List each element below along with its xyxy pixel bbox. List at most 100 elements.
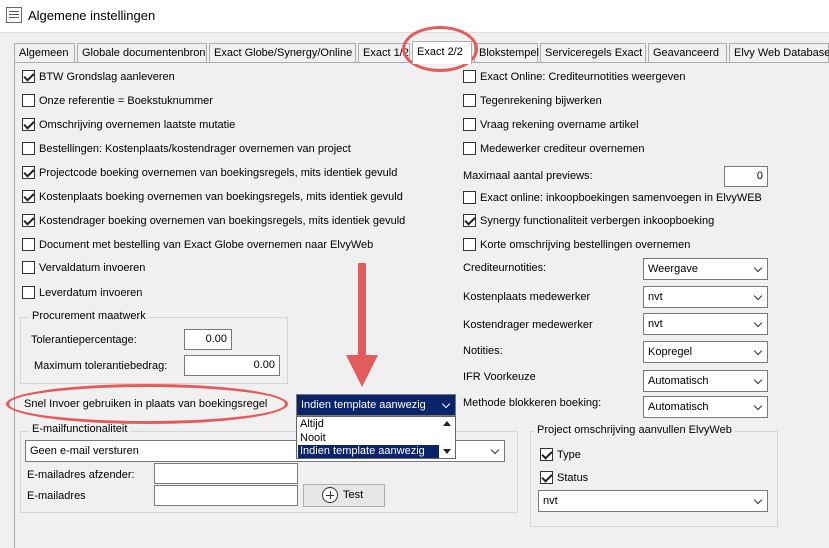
checkbox-kostendrager[interactable]: [22, 214, 35, 227]
label-document-bestelling: Document met bestelling van Exact Globe …: [39, 239, 374, 251]
label-project-status: Status: [557, 472, 589, 484]
methode-blokkeren-label: Methode blokkeren boeking:: [463, 397, 602, 409]
kostenplaats-medewerker-select[interactable]: nvt: [643, 286, 768, 308]
snel-invoer-value: Indien template aanwezig: [301, 399, 426, 411]
label-projectcode: Projectcode boeking overnemen van boekin…: [39, 167, 398, 179]
label-btw-grondslag: BTW Grondslag aanleveren: [39, 71, 175, 83]
annotation-oval-snel-invoer: [6, 384, 288, 424]
tab-algemeen[interactable]: Algemeen: [14, 43, 75, 63]
chevron-down-icon[interactable]: [753, 346, 763, 356]
chevron-down-icon[interactable]: [490, 445, 500, 455]
methode-blokkeren-select[interactable]: Automatisch: [643, 396, 768, 418]
checkbox-document-bestelling[interactable]: [22, 238, 35, 251]
project-select[interactable]: nvt: [538, 490, 768, 512]
address-label: E-mailadres: [27, 490, 86, 502]
label-medewerker-crediteur: Medewerker crediteur overnemen: [480, 143, 645, 155]
tab-exact-2-2[interactable]: Exact 2/2: [412, 41, 472, 64]
notities-label: Notities:: [463, 345, 503, 357]
project-group-title: Project omschrijving aanvullen ElvyWeb: [534, 424, 735, 437]
crediteurnotities-label: Crediteurnotities:: [463, 262, 547, 274]
checkbox-korte-omschrijving[interactable]: [463, 238, 476, 251]
project-select-value: nvt: [543, 495, 558, 507]
tab-exact-globe-synergy-online[interactable]: Exact Globe/Synergy/Online: [209, 43, 356, 63]
kostendrager-medewerker-label: Kostendrager medewerker: [463, 319, 593, 331]
tab-geavanceerd[interactable]: Geavanceerd: [648, 43, 727, 63]
methode-blokkeren-value: Automatisch: [648, 401, 709, 413]
checkbox-btw-grondslag[interactable]: [22, 70, 35, 83]
max-previews-input[interactable]: 0: [724, 166, 768, 187]
label-kostenplaats: Kostenplaats boeking overnemen van boeki…: [39, 191, 403, 203]
chevron-down-icon[interactable]: [753, 318, 763, 328]
chevron-down-icon[interactable]: [753, 291, 763, 301]
tolerance-pct-input[interactable]: 0.00: [184, 329, 232, 350]
checkbox-project-type[interactable]: [540, 448, 553, 461]
max-amount-label: Maximum tolerantiebedrag:: [34, 360, 168, 372]
sender-input[interactable]: [154, 463, 298, 484]
notities-value: Kopregel: [648, 346, 693, 358]
label-project-type: Type: [557, 449, 581, 461]
ifr-voorkeuze-select[interactable]: Automatisch: [643, 370, 768, 392]
crediteurnotities-value: Weergave: [648, 263, 698, 275]
checkbox-medewerker-crediteur[interactable]: [463, 142, 476, 155]
max-previews-label: Maximaal aantal previews:: [463, 170, 593, 182]
procurement-title: Procurement maatwerk: [29, 310, 149, 323]
tab-blokstempel[interactable]: Blokstempel: [474, 43, 539, 63]
checkbox-onze-referentie[interactable]: [22, 94, 35, 107]
window-icon: [6, 7, 22, 23]
label-leverdatum: Leverdatum invoeren: [39, 287, 143, 299]
checkbox-project-status[interactable]: [540, 471, 553, 484]
title-bar: Algemene instellingen: [0, 0, 829, 32]
checkbox-crediteurnotities[interactable]: [463, 70, 476, 83]
chevron-down-icon[interactable]: [753, 401, 763, 411]
snel-invoer-dropdown: Altijd Nooit Indien template aanwezig: [296, 416, 456, 459]
checkbox-inkoopboekingen[interactable]: [463, 191, 476, 204]
test-button[interactable]: Test: [303, 484, 385, 507]
kostenplaats-medewerker-value: nvt: [648, 291, 663, 303]
email-group-title: E-mailfunctionaliteit: [29, 423, 131, 436]
window-title: Algemene instellingen: [28, 8, 156, 23]
checkbox-tegenrekening[interactable]: [463, 94, 476, 107]
snel-invoer-select[interactable]: Indien template aanwezig: [296, 394, 456, 416]
scroll-up-icon[interactable]: [442, 419, 452, 427]
chevron-down-icon[interactable]: [441, 399, 451, 409]
ifr-voorkeuze-value: Automatisch: [648, 375, 709, 387]
checkbox-vraag-rekening[interactable]: [463, 118, 476, 131]
label-tegenrekening: Tegenrekening bijwerken: [480, 95, 602, 107]
notities-select[interactable]: Kopregel: [643, 341, 768, 363]
chevron-down-icon[interactable]: [753, 375, 763, 385]
test-button-label: Test: [343, 489, 364, 501]
chevron-down-icon[interactable]: [753, 495, 763, 505]
checkbox-leverdatum[interactable]: [22, 286, 35, 299]
scroll-down-icon[interactable]: [442, 448, 452, 456]
kostenplaats-medewerker-label: Kostenplaats medewerker: [463, 291, 591, 303]
label-synergy: Synergy functionaliteit verbergen inkoop…: [480, 215, 715, 227]
tab-serviceregels-exact[interactable]: Serviceregels Exact: [540, 43, 646, 63]
dropdown-option-nooit[interactable]: Nooit: [298, 432, 439, 445]
ifr-voorkeuze-label: IFR Voorkeuze: [463, 371, 536, 383]
checkbox-synergy[interactable]: [463, 214, 476, 227]
label-omschrijving: Omschrijving overnemen laatste mutatie: [39, 119, 236, 131]
kostendrager-medewerker-select[interactable]: nvt: [643, 313, 768, 335]
annotation-arrow-icon: [346, 263, 378, 387]
checkbox-kostenplaats[interactable]: [22, 190, 35, 203]
add-circle-icon: [322, 487, 338, 503]
tab-elvy-web-database[interactable]: Elvy Web Database: [729, 43, 829, 63]
checkbox-omschrijving[interactable]: [22, 118, 35, 131]
tab-globale-documentenbron[interactable]: Globale documentenbron: [77, 43, 207, 63]
checkbox-vervaldatum[interactable]: [22, 261, 35, 274]
crediteurnotities-select[interactable]: Weergave: [643, 258, 768, 280]
label-bestellingen: Bestellingen: Kostenplaats/kostendrager …: [39, 143, 351, 155]
address-input[interactable]: [154, 485, 298, 506]
chevron-down-icon[interactable]: [753, 263, 763, 273]
label-vervaldatum: Vervaldatum invoeren: [39, 262, 146, 274]
label-vraag-rekening: Vraag rekening overname artikel: [480, 119, 639, 131]
label-inkoopboekingen: Exact online: inkoopboekingen samenvoege…: [480, 192, 762, 204]
email-mode-value: Geen e-mail versturen: [30, 445, 139, 457]
dropdown-option-indien-template[interactable]: Indien template aanwezig: [298, 445, 439, 458]
label-kostendrager: Kostendrager boeking overnemen van boeki…: [39, 215, 406, 227]
checkbox-projectcode[interactable]: [22, 166, 35, 179]
label-onze-referentie: Onze referentie = Boekstuknummer: [39, 95, 213, 107]
checkbox-bestellingen[interactable]: [22, 142, 35, 155]
max-amount-input[interactable]: 0.00: [184, 355, 280, 376]
dropdown-option-altijd[interactable]: Altijd: [298, 418, 439, 431]
